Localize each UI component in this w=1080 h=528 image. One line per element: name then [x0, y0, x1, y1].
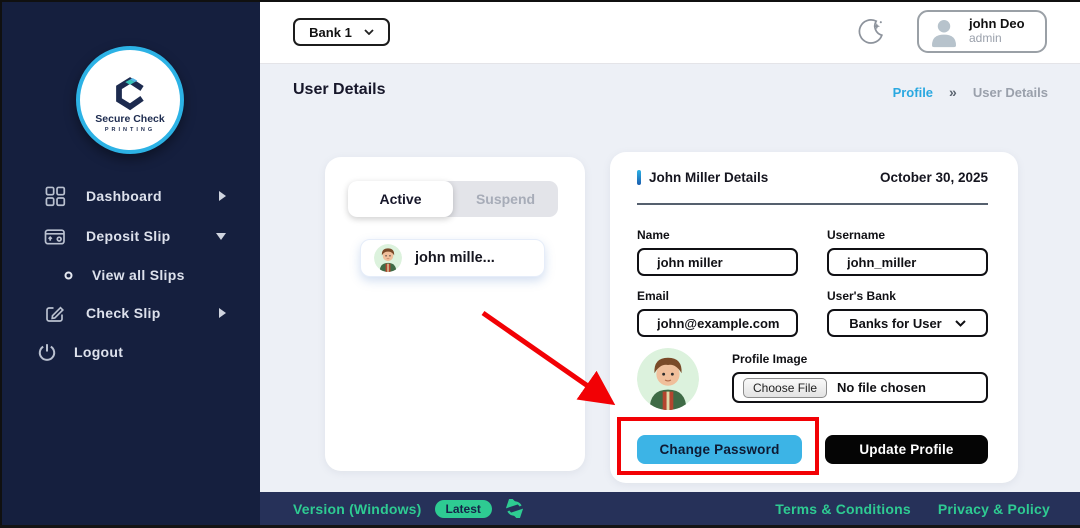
privacy-policy-link[interactable]: Privacy & Policy	[938, 501, 1050, 517]
user-info: john Deo admin	[969, 16, 1025, 46]
latest-badge: Latest	[434, 499, 492, 518]
user-name: john Deo	[969, 16, 1025, 32]
user-status-tabs: Active Suspend	[348, 181, 558, 217]
user-avatar	[374, 244, 402, 272]
sidebar-item-label: Dashboard	[86, 188, 162, 204]
user-list-item[interactable]: john mille...	[360, 239, 545, 277]
details-title: John Miller Details	[649, 170, 769, 185]
topbar: Bank 1 john Deo admin	[260, 0, 1080, 64]
details-date: October 30, 2025	[879, 170, 988, 185]
sidebar-item-label: Deposit Slip	[86, 228, 171, 244]
annotation-highlight-rectangle	[617, 417, 819, 475]
user-role: admin	[969, 31, 1002, 46]
accent-bar	[637, 170, 641, 185]
app-window: Secure Check PRINTING Dashboard Deposit …	[0, 0, 1080, 528]
logo-text-line1: Secure Check	[95, 112, 165, 125]
sidebar-item-label: Check Slip	[86, 305, 161, 321]
version-text: Version (Windows)	[293, 500, 422, 517]
user-avatar-placeholder-icon	[928, 16, 960, 48]
username-field-group: Username	[827, 228, 988, 276]
footer: Version (Windows) Latest Terms & Conditi…	[260, 492, 1080, 525]
sidebar-item-check-slip[interactable]: Check Slip	[0, 294, 260, 332]
bank-label: User's Bank	[827, 289, 896, 303]
divider	[637, 203, 988, 205]
profile-image-field: Profile Image Choose File No file chosen	[732, 348, 988, 410]
sidebar-item-view-all-slips[interactable]: View all Slips	[0, 256, 260, 294]
window-top-edge	[0, 0, 1080, 2]
chevron-down-icon	[364, 29, 374, 35]
page-title: User Details	[293, 81, 386, 98]
bank-for-user-select[interactable]: Banks for User	[827, 309, 988, 337]
footer-links: Terms & Conditions Privacy & Policy	[775, 501, 1050, 517]
name-label: Name	[637, 228, 670, 242]
chevron-down-icon	[216, 232, 226, 240]
choose-file-button[interactable]: Choose File	[743, 377, 828, 398]
profile-avatar-image	[637, 348, 699, 410]
email-input[interactable]	[637, 309, 798, 337]
sidebar-item-dashboard[interactable]: Dashboard	[0, 176, 260, 216]
name-field-group: Name	[637, 228, 798, 276]
app-logo: Secure Check PRINTING	[76, 46, 184, 154]
sidebar-item-label: Logout	[74, 344, 124, 360]
window-left-edge	[0, 0, 2, 528]
details-header: John Miller Details October 30, 2025	[637, 170, 988, 185]
details-title-wrap: John Miller Details	[637, 170, 768, 185]
bank-select-value: Bank 1	[309, 24, 352, 40]
username-label: Username	[827, 228, 886, 242]
sidebar-item-deposit-slip[interactable]: Deposit Slip	[0, 216, 260, 256]
user-list-item-name: john mille...	[415, 250, 495, 266]
bank-select-value: Banks for User	[849, 315, 942, 331]
email-label: Email	[637, 289, 670, 303]
theme-toggle-moon-icon[interactable]	[856, 17, 886, 47]
profile-image-label: Profile Image	[732, 352, 808, 366]
name-input[interactable]	[637, 248, 798, 276]
sidebar-item-logout[interactable]: Logout	[0, 332, 260, 372]
breadcrumb-profile-link[interactable]: Profile	[893, 85, 933, 100]
bank-select[interactable]: Bank 1	[293, 18, 390, 46]
tab-active[interactable]: Active	[348, 181, 453, 217]
sidebar: Secure Check PRINTING Dashboard Deposit …	[0, 0, 260, 528]
details-form: Name Username Email User's Bank Banks fo…	[637, 228, 988, 337]
user-list-card: Active Suspend john mille...	[325, 157, 585, 471]
profile-image-row: Profile Image Choose File No file chosen	[637, 348, 988, 410]
check-slip-note-icon	[44, 303, 66, 323]
breadcrumb-current: User Details	[972, 84, 1048, 100]
breadcrumb: Profile » User Details	[893, 84, 1048, 100]
sidebar-menu: Dashboard Deposit Slip View all Slips Ch…	[0, 176, 260, 372]
username-input[interactable]	[827, 248, 988, 276]
user-profile-card[interactable]: john Deo admin	[917, 10, 1047, 53]
tab-suspend[interactable]: Suspend	[453, 181, 558, 217]
deposit-wallet-icon	[44, 227, 66, 246]
email-field-group: Email	[637, 289, 798, 337]
sidebar-item-label: View all Slips	[92, 267, 185, 283]
breadcrumb-separator: »	[949, 84, 957, 100]
bank-field-group: User's Bank Banks for User	[827, 289, 988, 337]
dot-circle-icon	[62, 271, 74, 280]
logo-hexagon-c-icon	[116, 76, 144, 110]
profile-image-file-input[interactable]: Choose File No file chosen	[732, 372, 988, 403]
chevron-right-icon	[219, 308, 226, 318]
logout-power-icon	[36, 342, 58, 362]
no-file-chosen-text: No file chosen	[837, 380, 926, 395]
logo-text-line2: PRINTING	[104, 126, 156, 133]
update-profile-button[interactable]: Update Profile	[825, 435, 988, 464]
chevron-down-icon	[955, 319, 966, 327]
terms-conditions-link[interactable]: Terms & Conditions	[775, 501, 911, 517]
refresh-icon[interactable]	[505, 499, 524, 518]
chevron-right-icon	[219, 191, 226, 201]
footer-version-group: Version (Windows) Latest	[293, 499, 524, 518]
dashboard-grid-icon	[44, 186, 66, 207]
